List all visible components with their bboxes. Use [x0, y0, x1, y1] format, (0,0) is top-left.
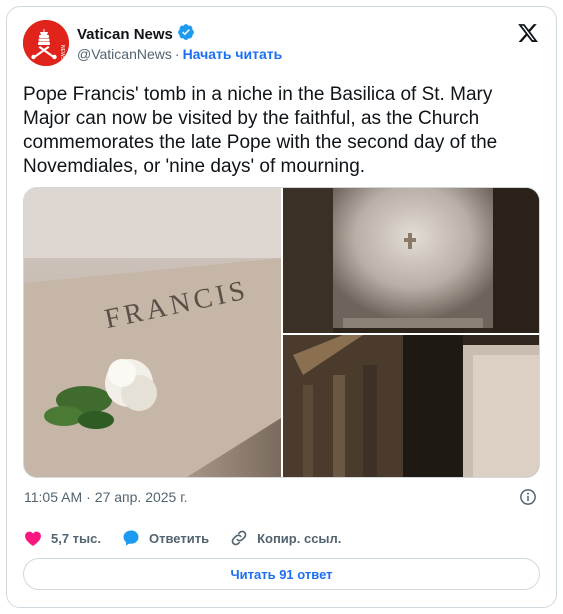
info-icon[interactable]: [519, 488, 537, 506]
action-bar: 5,7 тыс. Ответить Копир. ссыл.: [23, 527, 361, 549]
reply-bubble-icon: [121, 528, 141, 548]
like-button[interactable]: 5,7 тыс.: [23, 528, 101, 548]
x-logo-icon[interactable]: [517, 22, 539, 44]
tweet-embed-card: NEWS Vatican News @VaticanNews · Начать …: [6, 6, 557, 608]
media-grid: FRANCIS: [23, 187, 540, 478]
tomb-slab-rose-photo[interactable]: FRANCIS: [24, 188, 281, 477]
svg-text:NEWS: NEWS: [59, 45, 65, 61]
author-handle[interactable]: @VaticanNews: [77, 46, 172, 62]
tweet-time: 11:05 AM: [24, 489, 83, 505]
reply-label: Ответить: [149, 530, 210, 546]
vatican-news-logo-icon[interactable]: NEWS: [23, 20, 69, 66]
tweet-date: 27 апр. 2025 г.: [94, 489, 188, 505]
verified-badge-icon: [177, 23, 195, 46]
timestamp[interactable]: 11:05 AM · 27 апр. 2025 г.: [24, 489, 188, 505]
read-replies-button[interactable]: Читать 91 ответ: [23, 558, 540, 590]
author-name-row: Vatican News: [77, 23, 195, 46]
author-display-name[interactable]: Vatican News: [77, 26, 173, 43]
tweet-text: Pope Francis' tomb in a niche in the Bas…: [23, 84, 498, 177]
tomb-niche-cross-photo[interactable]: [283, 188, 539, 333]
link-icon: [229, 528, 249, 548]
reply-button[interactable]: Ответить: [121, 528, 209, 548]
heart-icon: [23, 528, 43, 548]
copy-link-label: Копир. ссыл.: [257, 530, 342, 546]
author-handle-row: @VaticanNews · Начать читать: [77, 46, 282, 62]
follow-link[interactable]: Начать читать: [183, 46, 283, 62]
basilica-interior-photo[interactable]: [283, 335, 539, 477]
timestamp-dot: ·: [86, 489, 91, 505]
like-count: 5,7 тыс.: [51, 530, 101, 546]
separator-dot: ·: [174, 46, 180, 62]
copy-link-button[interactable]: Копир. ссыл.: [229, 528, 341, 548]
